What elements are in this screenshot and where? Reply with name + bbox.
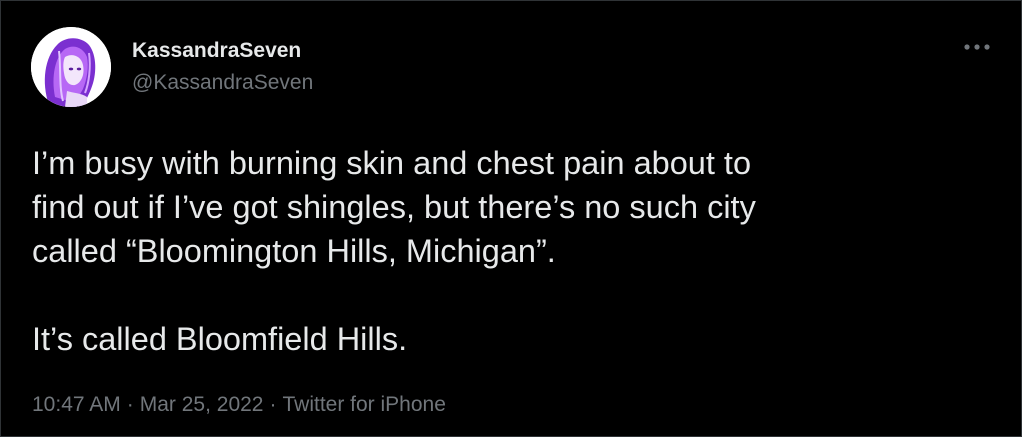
meta-separator: ·: [126, 393, 134, 416]
tweet-text-line: called “Bloomington Hills, Michigan”.: [32, 233, 556, 269]
tweet-text: I’m busy with burning skin and chest pai…: [32, 141, 992, 361]
tweet-metadata: 10:47 AM · Mar 25, 2022 · Twitter for iPhone: [32, 393, 446, 417]
tweet-text-line: I’m busy with burning skin and chest pai…: [32, 145, 752, 181]
author-display-name[interactable]: KassandraSeven: [132, 39, 301, 63]
tweet-time[interactable]: 10:47 AM: [32, 393, 121, 416]
tweet-text-line: It’s called Bloomfield Hills.: [32, 321, 408, 357]
more-options-button[interactable]: [959, 35, 995, 59]
avatar[interactable]: [31, 27, 111, 107]
meta-separator: ·: [269, 393, 277, 416]
tweet-text-line: find out if I’ve got shingles, but there…: [32, 189, 756, 225]
more-horizontal-icon: [964, 44, 990, 50]
avatar-illustration: [31, 27, 111, 107]
tweet-date[interactable]: Mar 25, 2022: [140, 393, 264, 416]
tweet-source[interactable]: Twitter for iPhone: [282, 393, 445, 416]
tweet-card: KassandraSeven @KassandraSeven I’m busy …: [0, 0, 1022, 437]
author-handle[interactable]: @KassandraSeven: [132, 71, 313, 95]
